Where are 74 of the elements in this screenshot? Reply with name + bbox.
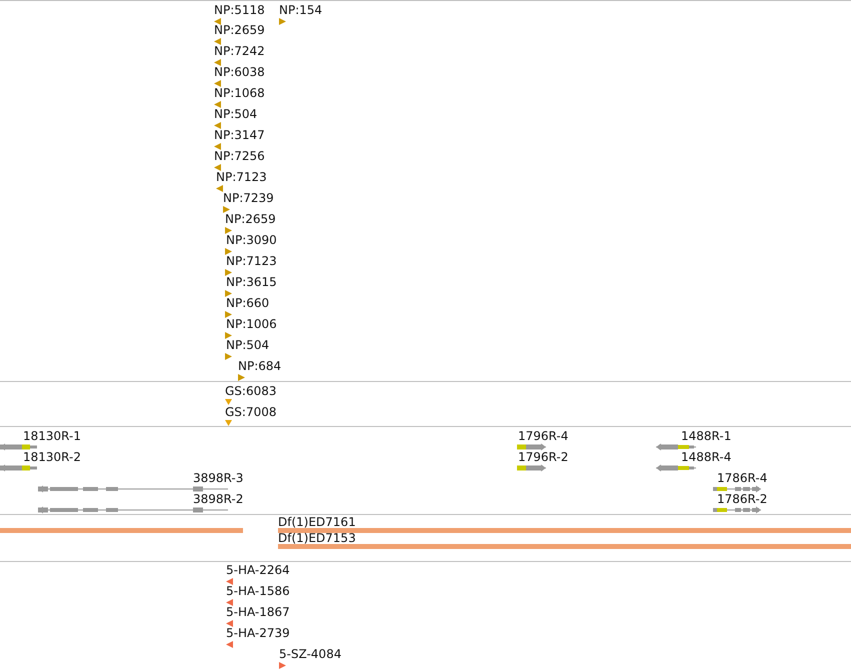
feature-label: NP:7256 — [214, 149, 265, 163]
gene-label: 18130R-1 — [23, 429, 81, 443]
gene-label: 1796R-4 — [518, 429, 568, 443]
gene-label: 1786R-2 — [717, 492, 768, 506]
gene-label: 1488R-4 — [681, 450, 732, 464]
gene-label: 1786R-4 — [717, 471, 768, 485]
feature-label: NP:2659 — [214, 23, 265, 37]
triangle-icon[interactable] — [238, 374, 245, 381]
feature-label: NP:154 — [279, 3, 322, 17]
gene-model-drawing[interactable] — [656, 464, 696, 472]
feature-label: 5-HA-1867 — [226, 605, 290, 619]
feature-label: NP:5118 — [214, 3, 265, 17]
triangle-icon[interactable] — [225, 290, 232, 297]
feature-label: 5-HA-1586 — [226, 584, 290, 598]
feature-label: NP:660 — [226, 296, 270, 310]
triangle-icon[interactable] — [226, 641, 233, 648]
feature-label: 5-HA-2739 — [226, 626, 290, 640]
feature-label: NP:7239 — [223, 191, 274, 205]
triangle-icon[interactable] — [214, 143, 221, 150]
feature-label: NP:7123 — [226, 254, 277, 268]
triangle-icon[interactable] — [214, 101, 221, 108]
gene-model-drawing[interactable] — [0, 443, 37, 451]
feature-label: GS:7008 — [225, 405, 276, 419]
triangle-icon[interactable] — [214, 38, 221, 45]
feature-label: NP:504 — [214, 107, 258, 121]
deletion-label: Df(1)ED7161 — [278, 515, 356, 529]
feature-label: GS:6083 — [225, 384, 276, 398]
feature-label: NP:3147 — [214, 128, 265, 142]
triangle-icon[interactable] — [214, 122, 221, 129]
triangle-icon[interactable] — [214, 80, 221, 87]
feature-label: NP:3615 — [226, 275, 277, 289]
gene-label: 3898R-2 — [193, 492, 244, 506]
feature-label: NP:1068 — [214, 86, 265, 100]
triangle-icon[interactable] — [226, 578, 233, 585]
triangle-icon[interactable] — [226, 620, 233, 627]
feature-label: NP:1006 — [226, 317, 277, 331]
feature-label: NP:7242 — [214, 44, 265, 58]
feature-label: NP:6038 — [214, 65, 265, 79]
gene-model-drawing[interactable] — [38, 485, 228, 493]
triangle-icon[interactable] — [225, 399, 232, 406]
triangle-icon[interactable] — [223, 206, 230, 213]
gene-label: 1488R-1 — [681, 429, 732, 443]
triangle-icon[interactable] — [225, 227, 232, 234]
gene-model-drawing[interactable] — [0, 464, 37, 472]
triangle-icon[interactable] — [214, 18, 221, 25]
feature-label: NP:2659 — [225, 212, 276, 226]
gene-model-drawing[interactable] — [38, 506, 228, 514]
gene-model-drawing[interactable] — [656, 443, 696, 451]
gene-model-drawing[interactable] — [713, 485, 761, 493]
triangle-icon[interactable] — [225, 420, 232, 427]
feature-label: NP:684 — [238, 359, 282, 373]
triangle-icon[interactable] — [279, 662, 286, 669]
triangle-icon[interactable] — [279, 18, 286, 25]
feature-label: NP:504 — [226, 338, 270, 352]
gene-model-drawing[interactable] — [517, 443, 546, 451]
gene-label: 1796R-2 — [518, 450, 568, 464]
gene-model-drawing[interactable] — [517, 464, 546, 472]
feature-label: NP:3090 — [226, 233, 277, 247]
feature-label: NP:7123 — [216, 170, 267, 184]
feature-label: 5-HA-2264 — [226, 563, 290, 577]
triangle-icon[interactable] — [225, 332, 232, 339]
triangle-icon[interactable] — [225, 353, 232, 360]
triangle-icon[interactable] — [216, 185, 223, 192]
triangle-icon[interactable] — [225, 248, 232, 255]
deletion-label: Df(1)ED7153 — [278, 531, 356, 545]
triangle-icon[interactable] — [225, 311, 232, 318]
triangle-icon[interactable] — [214, 164, 221, 171]
triangle-icon[interactable] — [226, 599, 233, 606]
gene-label: 18130R-2 — [23, 450, 81, 464]
triangle-icon[interactable] — [214, 59, 221, 66]
gene-model-drawing[interactable] — [713, 506, 761, 514]
gene-label: 3898R-3 — [193, 471, 244, 485]
feature-label: 5-SZ-4084 — [279, 647, 342, 661]
triangle-icon[interactable] — [225, 269, 232, 276]
